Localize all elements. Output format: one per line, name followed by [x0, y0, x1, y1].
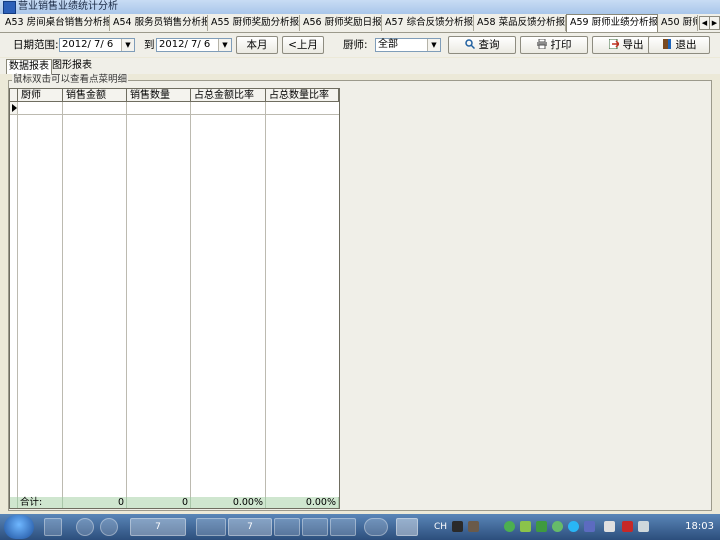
app-icon: [3, 1, 16, 14]
print-button[interactable]: 打印: [520, 36, 588, 54]
taskbar-item-document-icon[interactable]: [196, 518, 226, 536]
tab-a56[interactable]: A56 厨师奖励日报表: [300, 15, 382, 31]
speaker-icon[interactable]: [638, 521, 649, 532]
totals-amount-ratio: 0.00%: [191, 497, 266, 508]
display-icon[interactable]: [584, 521, 595, 532]
column-header-sales-amount[interactable]: 销售金额: [63, 89, 127, 102]
qq-icon[interactable]: [568, 521, 579, 532]
security-icon[interactable]: [552, 521, 563, 532]
sync-icon[interactable]: [504, 521, 515, 532]
title-bar: 营业销售业绩统计分析: [0, 0, 720, 15]
power-icon[interactable]: [100, 518, 118, 536]
report-tab-strip: 数据报表 图形报表: [0, 58, 720, 74]
flag-icon[interactable]: [622, 521, 633, 532]
data-grid[interactable]: 厨师 销售金额 销售数量 占总金额比率 占总数量比率 合计: 0 0 0.00%…: [9, 88, 340, 509]
grid-col-divider: [62, 102, 63, 497]
pen-icon[interactable]: [468, 521, 479, 532]
grid-col-divider: [265, 102, 266, 497]
speedometer-icon[interactable]: [364, 518, 388, 536]
monitor-icon[interactable]: [604, 521, 615, 532]
module-tab-strip: A53 房间桌台销售分析报表 A54 服务员销售分析报表 A55 厨师奖励分析报…: [0, 14, 720, 33]
printer-icon: [536, 38, 547, 50]
date-range-label: 日期范围:: [13, 39, 59, 51]
totals-row-gutter: [10, 497, 18, 508]
taskbar-item-folder[interactable]: 7: [228, 518, 272, 536]
app-window-icon[interactable]: [396, 518, 418, 536]
column-header-quantity-ratio[interactable]: 占总数量比率: [266, 89, 339, 102]
totals-label: 合计:: [18, 497, 63, 508]
totals-amount: 0: [63, 497, 127, 508]
taskbar-item-word[interactable]: 7: [130, 518, 186, 536]
clock[interactable]: 18:03: [685, 514, 714, 540]
tab-scroll-right-icon[interactable]: ▶: [709, 16, 720, 30]
tab-graph-report[interactable]: 图形报表: [50, 59, 94, 73]
search-icon: [464, 38, 475, 50]
toolbar: 日期范围: 2012/ 7/ 6 ▼ 到 2012/ 7/ 6 ▼ 本月 <上月…: [0, 33, 720, 57]
query-button[interactable]: 查询: [448, 36, 516, 54]
to-label: 到: [144, 39, 155, 51]
tab-a57[interactable]: A57 综合反馈分析报表: [382, 15, 474, 31]
chevron-down-icon[interactable]: ▼: [121, 39, 134, 51]
tab-a55[interactable]: A55 厨师奖励分析报表: [208, 15, 300, 31]
export-label: 导出: [622, 39, 644, 51]
exit-button[interactable]: 退出: [648, 36, 710, 54]
chef-select[interactable]: 全部 ▼: [375, 38, 441, 52]
tab-a53[interactable]: A53 房间桌台销售分析报表: [2, 15, 110, 31]
language-indicator[interactable]: CH: [434, 514, 447, 540]
date-from-picker[interactable]: 2012/ 7/ 6 ▼: [59, 38, 135, 52]
date-to-picker[interactable]: 2012/ 7/ 6 ▼: [156, 38, 232, 52]
shield-icon[interactable]: [536, 521, 547, 532]
export-icon: [608, 38, 620, 50]
window-title: 营业销售业绩统计分析: [18, 1, 118, 12]
tab-a54[interactable]: A54 服务员销售分析报表: [110, 15, 208, 31]
taskbar: 7 7 CH 18:03: [0, 514, 720, 540]
taskbar-item-folder-label: 7: [247, 522, 253, 532]
tab-a50[interactable]: A50 厨师: [658, 15, 698, 31]
totals-quantity-ratio: 0.00%: [266, 497, 339, 508]
chef-label: 厨师:: [343, 39, 368, 51]
prev-month-button[interactable]: <上月: [282, 36, 324, 54]
exit-label: 退出: [675, 39, 697, 51]
browser-icon[interactable]: [76, 518, 94, 536]
column-header-amount-ratio[interactable]: 占总金额比率: [191, 89, 266, 102]
grid-hint: 鼠标双击可以查看点菜明细: [12, 74, 129, 86]
folder-icon[interactable]: [274, 518, 300, 536]
date-from-value: 2012/ 7/ 6: [62, 39, 114, 50]
column-header-chef[interactable]: 厨师: [18, 89, 63, 102]
show-desktop-icon[interactable]: [44, 518, 62, 536]
grid-col-divider: [190, 102, 191, 497]
grid-col-divider: [126, 102, 127, 497]
tab-a59[interactable]: A59 厨师业绩分析报表: [566, 14, 658, 32]
this-month-button[interactable]: 本月: [236, 36, 278, 54]
tab-a58[interactable]: A58 菜品反馈分析报表: [474, 15, 566, 31]
totals-quantity: 0: [127, 497, 191, 508]
folder-icon[interactable]: [302, 518, 328, 536]
keyboard-icon[interactable]: [452, 521, 463, 532]
grid-col-divider: [17, 102, 18, 497]
taskbar-item-word-label: 7: [155, 522, 161, 532]
chef-select-value: 全部: [378, 39, 398, 50]
grid-corner: [10, 89, 18, 102]
column-header-sales-quantity[interactable]: 销售数量: [127, 89, 191, 102]
chevron-down-icon[interactable]: ▼: [218, 39, 231, 51]
chevron-down-icon[interactable]: ▼: [427, 39, 440, 51]
tab-data-report[interactable]: 数据报表: [6, 59, 52, 74]
network-icon[interactable]: [520, 521, 531, 532]
grid-row-divider: [10, 114, 339, 115]
start-button[interactable]: [4, 515, 34, 539]
folder-icon[interactable]: [330, 518, 356, 536]
print-label: 打印: [550, 39, 572, 51]
date-to-value: 2012/ 7/ 6: [159, 39, 211, 50]
door-exit-icon: [662, 38, 672, 49]
query-label: 查询: [478, 39, 500, 51]
